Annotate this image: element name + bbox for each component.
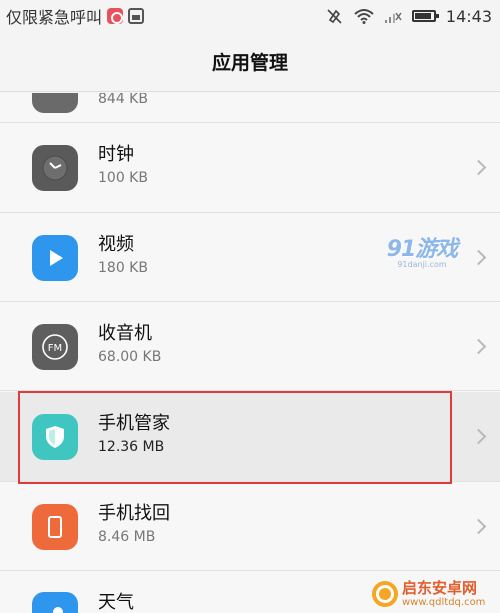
status-left: 仅限紧急呼叫 [6,4,145,28]
notification-app-icon [107,8,124,24]
app-name: 收音机 [98,323,152,344]
list-item[interactable]: 手机找回 8.46 MB [0,483,500,571]
page-header: 应用管理 [0,32,500,92]
mute-icon [327,9,342,24]
page-title: 应用管理 [211,52,288,74]
notification-image-icon [128,8,145,24]
watermark-91: 91游戏 91danji.com [376,231,468,271]
app-name: 手机管家 [98,413,170,434]
phone-finder-icon [32,504,78,550]
chevron-right-icon [470,249,487,266]
watermark-91-text: 91游戏 [386,237,459,262]
watermark-91-url: 91danji.com [397,260,447,269]
app-size: 12.36 MB [98,439,165,455]
clock-icon [32,145,78,191]
app-name: 手机找回 [98,503,170,524]
app-size: 100 KB [98,170,148,186]
weather-icon [32,592,78,613]
app-name: 视频 [98,234,134,255]
app-list[interactable]: 844 KB 时钟 100 KB 视频 180 KB FM 收音机 68.00 … [0,93,500,613]
watermark-brand: 启东安卓网 www.qdltdq.com [372,575,500,613]
shield-icon [32,414,78,460]
fm-radio-icon: FM [32,324,78,370]
list-item-selected[interactable]: 手机管家 12.36 MB [0,392,500,482]
wifi-icon [354,9,374,24]
list-item[interactable]: 时钟 100 KB [0,124,500,213]
chevron-right-icon [470,338,487,355]
app-size: 844 KB [98,93,148,107]
list-item[interactable]: FM 收音机 68.00 KB [0,303,500,391]
list-item[interactable]: 844 KB [0,93,500,123]
carrier-text: 仅限紧急呼叫 [6,8,103,27]
brand-logo-icon [372,581,398,607]
video-play-icon [32,235,78,281]
status-right: 14:43 [326,7,492,26]
signal-no-sim-icon [384,12,402,23]
app-size: 68.00 KB [98,349,162,365]
status-bar: 仅限紧急呼叫 14:43 [0,0,500,32]
app-name: 时钟 [98,144,134,165]
chevron-right-icon [470,159,487,176]
brand-url: www.qdltdq.com [402,596,486,608]
app-size: 8.46 MB [98,529,156,545]
brand-text: 启东安卓网 www.qdltdq.com [402,578,486,609]
status-time: 14:43 [445,6,492,26]
brand-name: 启东安卓网 [402,578,478,597]
battery-icon [411,10,439,22]
app-name: 天气 [98,592,134,613]
app-icon-partial [32,93,78,113]
chevron-right-icon [470,518,487,535]
chevron-right-icon [470,428,487,445]
app-size: 180 KB [98,260,148,276]
svg-text:FM: FM [48,343,62,354]
